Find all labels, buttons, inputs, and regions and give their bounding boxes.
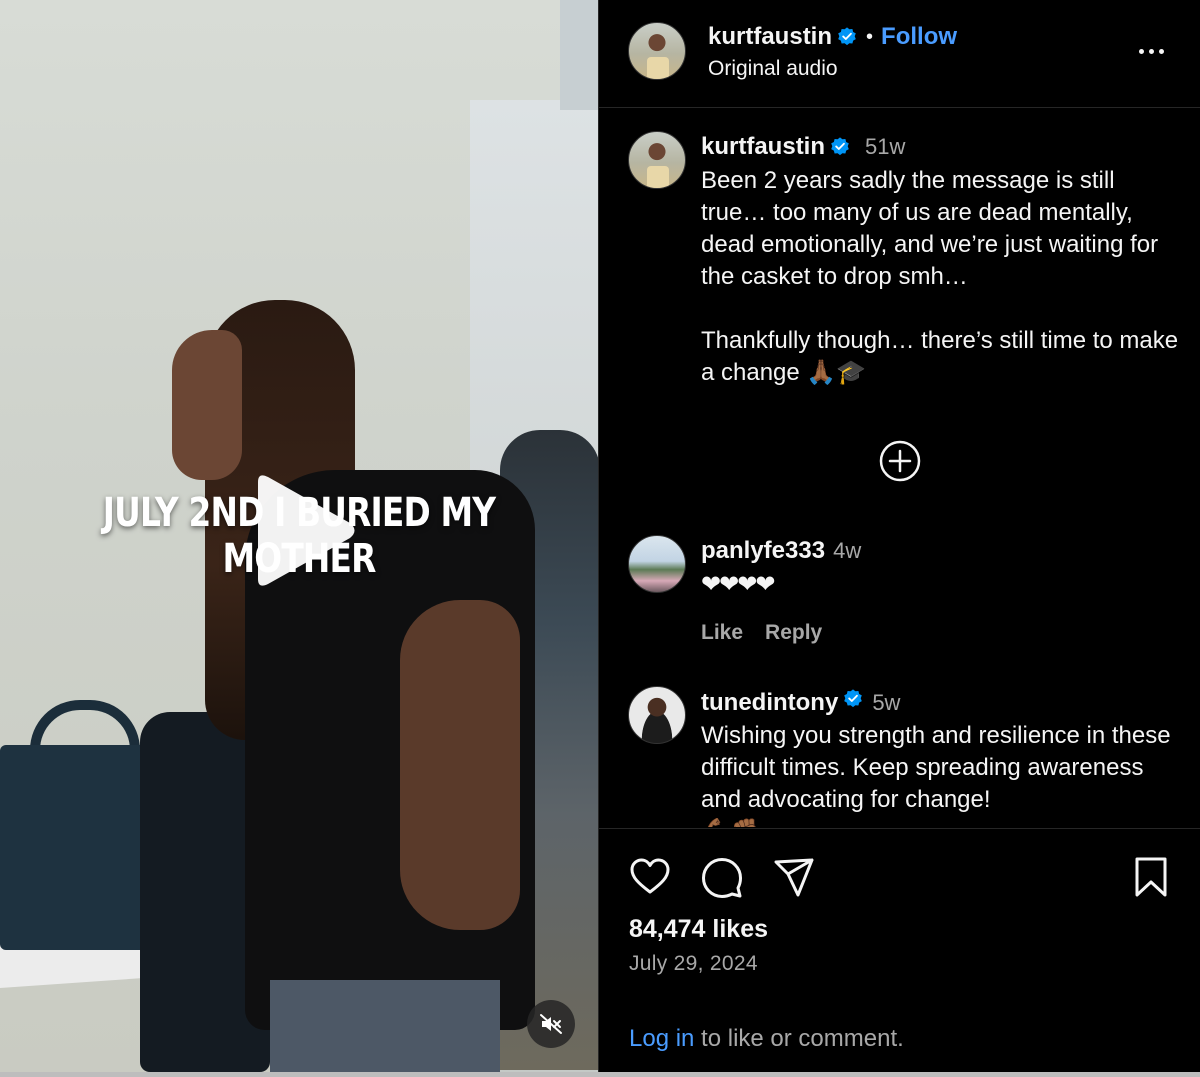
comment-username[interactable]: tunedintony <box>701 689 838 717</box>
comment-icon[interactable] <box>700 855 744 899</box>
video-door <box>560 0 598 110</box>
comment-like-button[interactable]: Like <box>701 621 743 645</box>
login-prompt-text: to like or comment. <box>694 1025 904 1052</box>
bookmark-icon[interactable] <box>1129 855 1173 899</box>
play-icon[interactable] <box>238 468 363 593</box>
author-name-row: kurtfaustin • Follow <box>708 23 957 51</box>
post-date[interactable]: July 29, 2024 <box>629 952 758 976</box>
verified-icon <box>831 137 849 156</box>
author-username[interactable]: kurtfaustin <box>708 23 832 51</box>
video-person-jeans <box>270 980 500 1072</box>
comment-text: Wishing you strength and resilience in t… <box>701 720 1181 827</box>
verified-icon <box>838 27 856 46</box>
add-circle-icon[interactable] <box>879 440 921 482</box>
video-person-face <box>172 330 242 480</box>
post-panel: kurtfaustin • Follow Original audio kurt… <box>598 0 1200 1072</box>
caption-username[interactable]: kurtfaustin <box>701 133 825 161</box>
heart-icon[interactable] <box>628 855 672 899</box>
comment-time[interactable]: 4w <box>833 538 861 564</box>
comment-time[interactable]: 5w <box>872 690 900 716</box>
comment-avatar[interactable] <box>628 686 686 744</box>
post-header: kurtfaustin • Follow Original audio <box>599 0 1200 108</box>
comment-text: ❤❤❤❤ <box>701 571 775 598</box>
more-icon[interactable] <box>1133 36 1169 66</box>
share-icon[interactable] <box>772 855 816 899</box>
caption-time[interactable]: 51w <box>865 134 905 160</box>
login-link[interactable]: Log in <box>629 1025 694 1052</box>
caption-header: kurtfaustin 51w <box>701 133 905 161</box>
comment-emoji: 💪🏾✊🏾 <box>701 816 1181 827</box>
verified-icon <box>844 689 863 708</box>
author-avatar[interactable] <box>628 22 686 80</box>
caption-text: Been 2 years sadly the message is still … <box>701 167 1179 386</box>
comment-actions: Like Reply <box>701 621 822 645</box>
comment-header: tunedintony 5w <box>701 688 900 717</box>
comment-text-body: Wishing you strength and resilience in t… <box>701 722 1171 813</box>
comment-avatar[interactable] <box>628 535 686 593</box>
bottom-scrollbar[interactable] <box>0 1072 1200 1077</box>
comment-username[interactable]: panlyfe333 <box>701 537 825 565</box>
login-prompt: Log in to like or comment. <box>629 1025 904 1053</box>
comment-reply-button[interactable]: Reply <box>765 621 822 645</box>
comments-section[interactable]: kurtfaustin 51w Been 2 years sadly the m… <box>599 109 1200 827</box>
header-separator: • <box>866 25 874 48</box>
mute-button[interactable] <box>527 1000 575 1048</box>
comment-header: panlyfe333 4w <box>701 537 861 565</box>
video-person-arm <box>400 600 520 930</box>
audio-label[interactable]: Original audio <box>708 57 838 81</box>
post-footer: 84,474 likes July 29, 2024 Log in to lik… <box>599 828 1200 1072</box>
mute-icon <box>540 1014 562 1034</box>
follow-button[interactable]: Follow <box>881 23 957 51</box>
video-player[interactable]: JULY 2ND I BURIED MY MOTHER <box>0 0 598 1072</box>
likes-count[interactable]: 84,474 likes <box>629 915 768 944</box>
caption-avatar[interactable] <box>628 131 686 189</box>
